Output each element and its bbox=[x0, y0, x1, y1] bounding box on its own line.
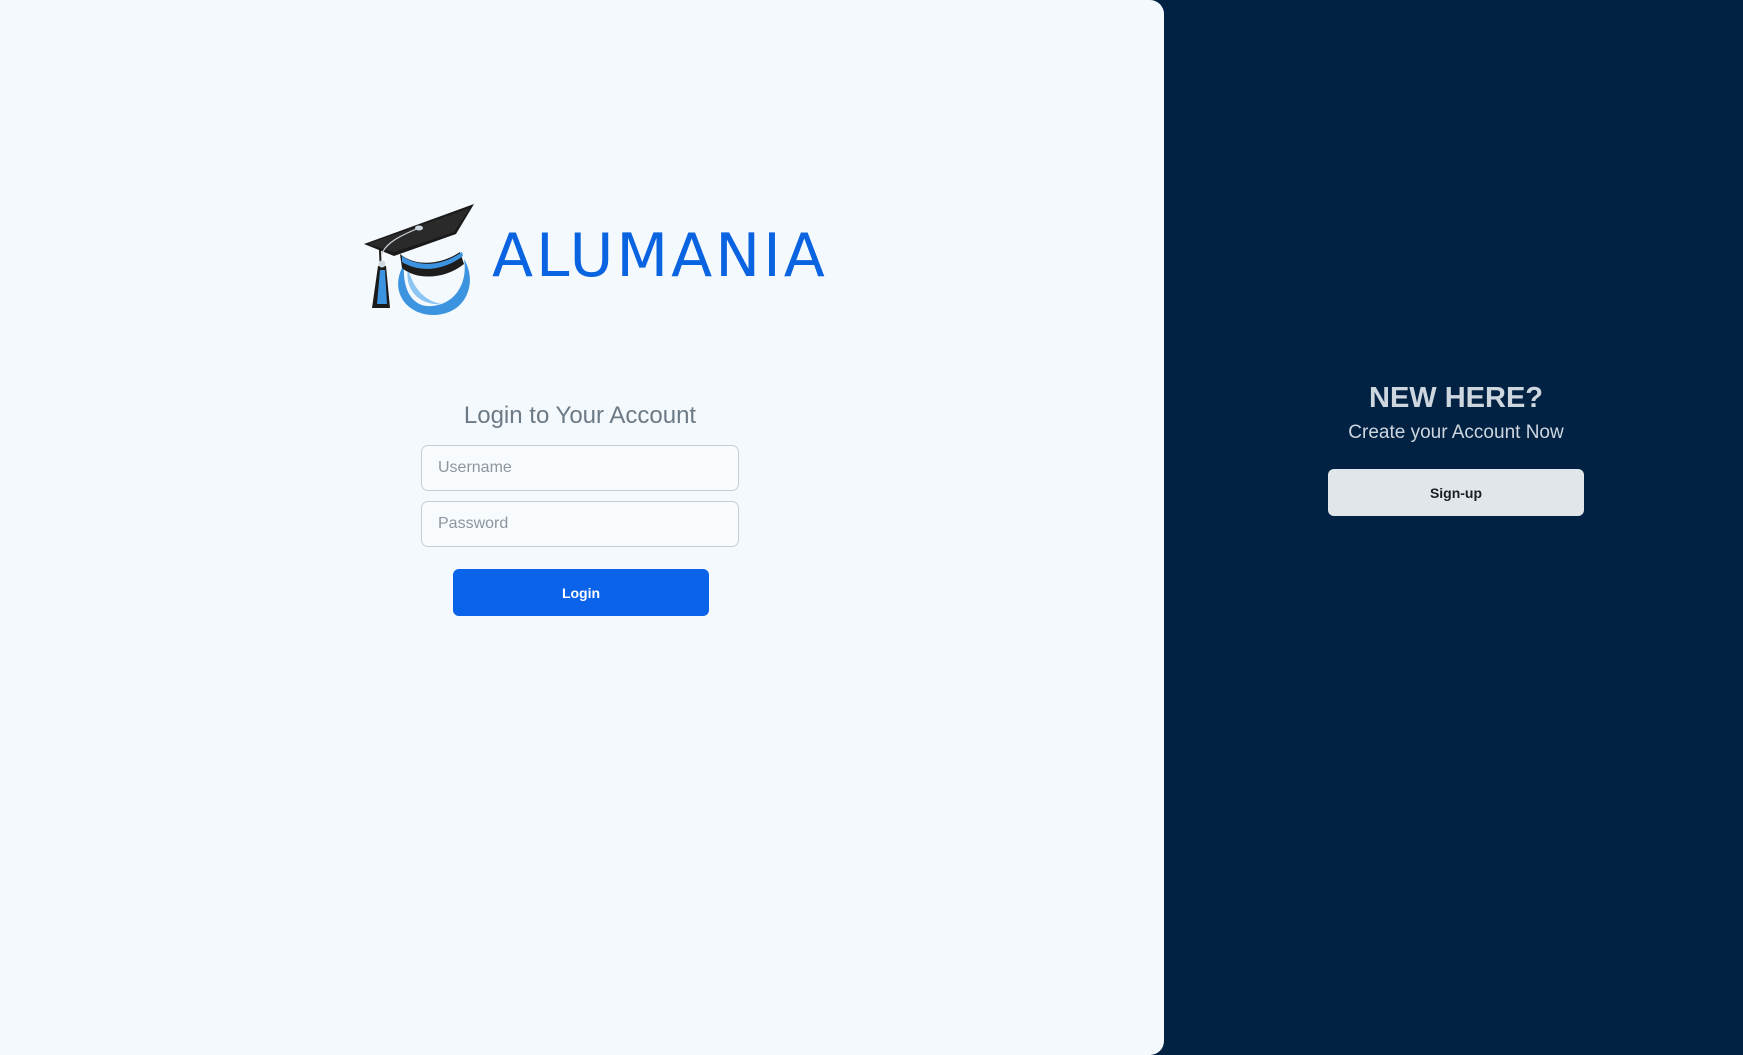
login-page: ALUMANIA Login to Your Account Login NEW… bbox=[0, 0, 1743, 1055]
signup-subheading: Create your Account Now bbox=[1348, 422, 1564, 443]
brand-logo: ALUMANIA bbox=[364, 204, 825, 320]
graduation-cap-icon bbox=[364, 204, 474, 316]
password-input[interactable] bbox=[421, 501, 739, 547]
username-input[interactable] bbox=[421, 445, 739, 491]
brand-name: ALUMANIA bbox=[492, 221, 828, 291]
signup-heading: NEW HERE? bbox=[1369, 382, 1543, 414]
signup-button[interactable]: Sign-up bbox=[1328, 469, 1584, 516]
login-button[interactable]: Login bbox=[453, 569, 709, 616]
signup-panel bbox=[1164, 0, 1743, 1055]
login-title: Login to Your Account bbox=[463, 402, 697, 429]
